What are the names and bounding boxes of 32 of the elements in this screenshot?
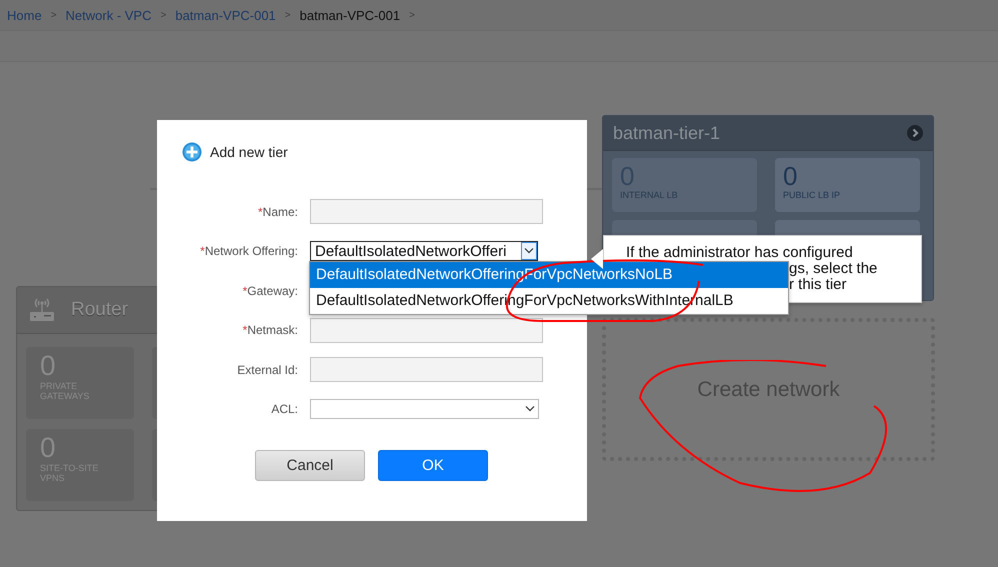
breadcrumb-separator: > [284,10,291,20]
breadcrumb-link[interactable]: Home [7,8,42,22]
breadcrumb-link[interactable]: Network - VPC [66,8,152,22]
chevron-right-icon[interactable] [907,125,923,141]
ok-button[interactable]: OK [378,450,488,481]
tooltip-text: If the administrator has configured [626,245,853,261]
chevron-down-icon [524,248,534,254]
chevron-down-icon [525,406,535,412]
input-field[interactable] [310,318,543,343]
dialog-title: Add new tier [210,144,288,160]
tier-title: batman-tier-1 [613,122,720,144]
tooltip-text: r this tier [789,277,847,293]
breadcrumb-separator: > [50,10,57,20]
dropdown-toggle[interactable] [521,242,537,260]
breadcrumb-link[interactable]: batman-VPC-001 [175,8,276,22]
breadcrumb-separator: > [160,10,166,20]
cancel-button[interactable]: Cancel [255,450,365,481]
add-icon [182,142,202,162]
input-field[interactable] [310,357,543,382]
field-label: *Gateway: [242,284,298,298]
router-icon [29,296,55,324]
stat-card[interactable]: 0 PUBLIC LB IP [775,158,920,212]
select-field[interactable]: DefaultIsolatedNetworkOfferi [310,241,538,262]
breadcrumb-separator: > [409,10,415,20]
field-label: *Network Offering: [199,244,298,258]
field-label: *Name: [256,204,298,219]
field-label: *Netmask: [242,323,298,338]
input-field[interactable] [310,199,543,224]
tooltip-text: gs, select the [789,261,878,277]
field-label: ACL: [270,402,298,416]
select-field[interactable] [310,399,539,420]
field-label: External Id: [236,362,298,377]
